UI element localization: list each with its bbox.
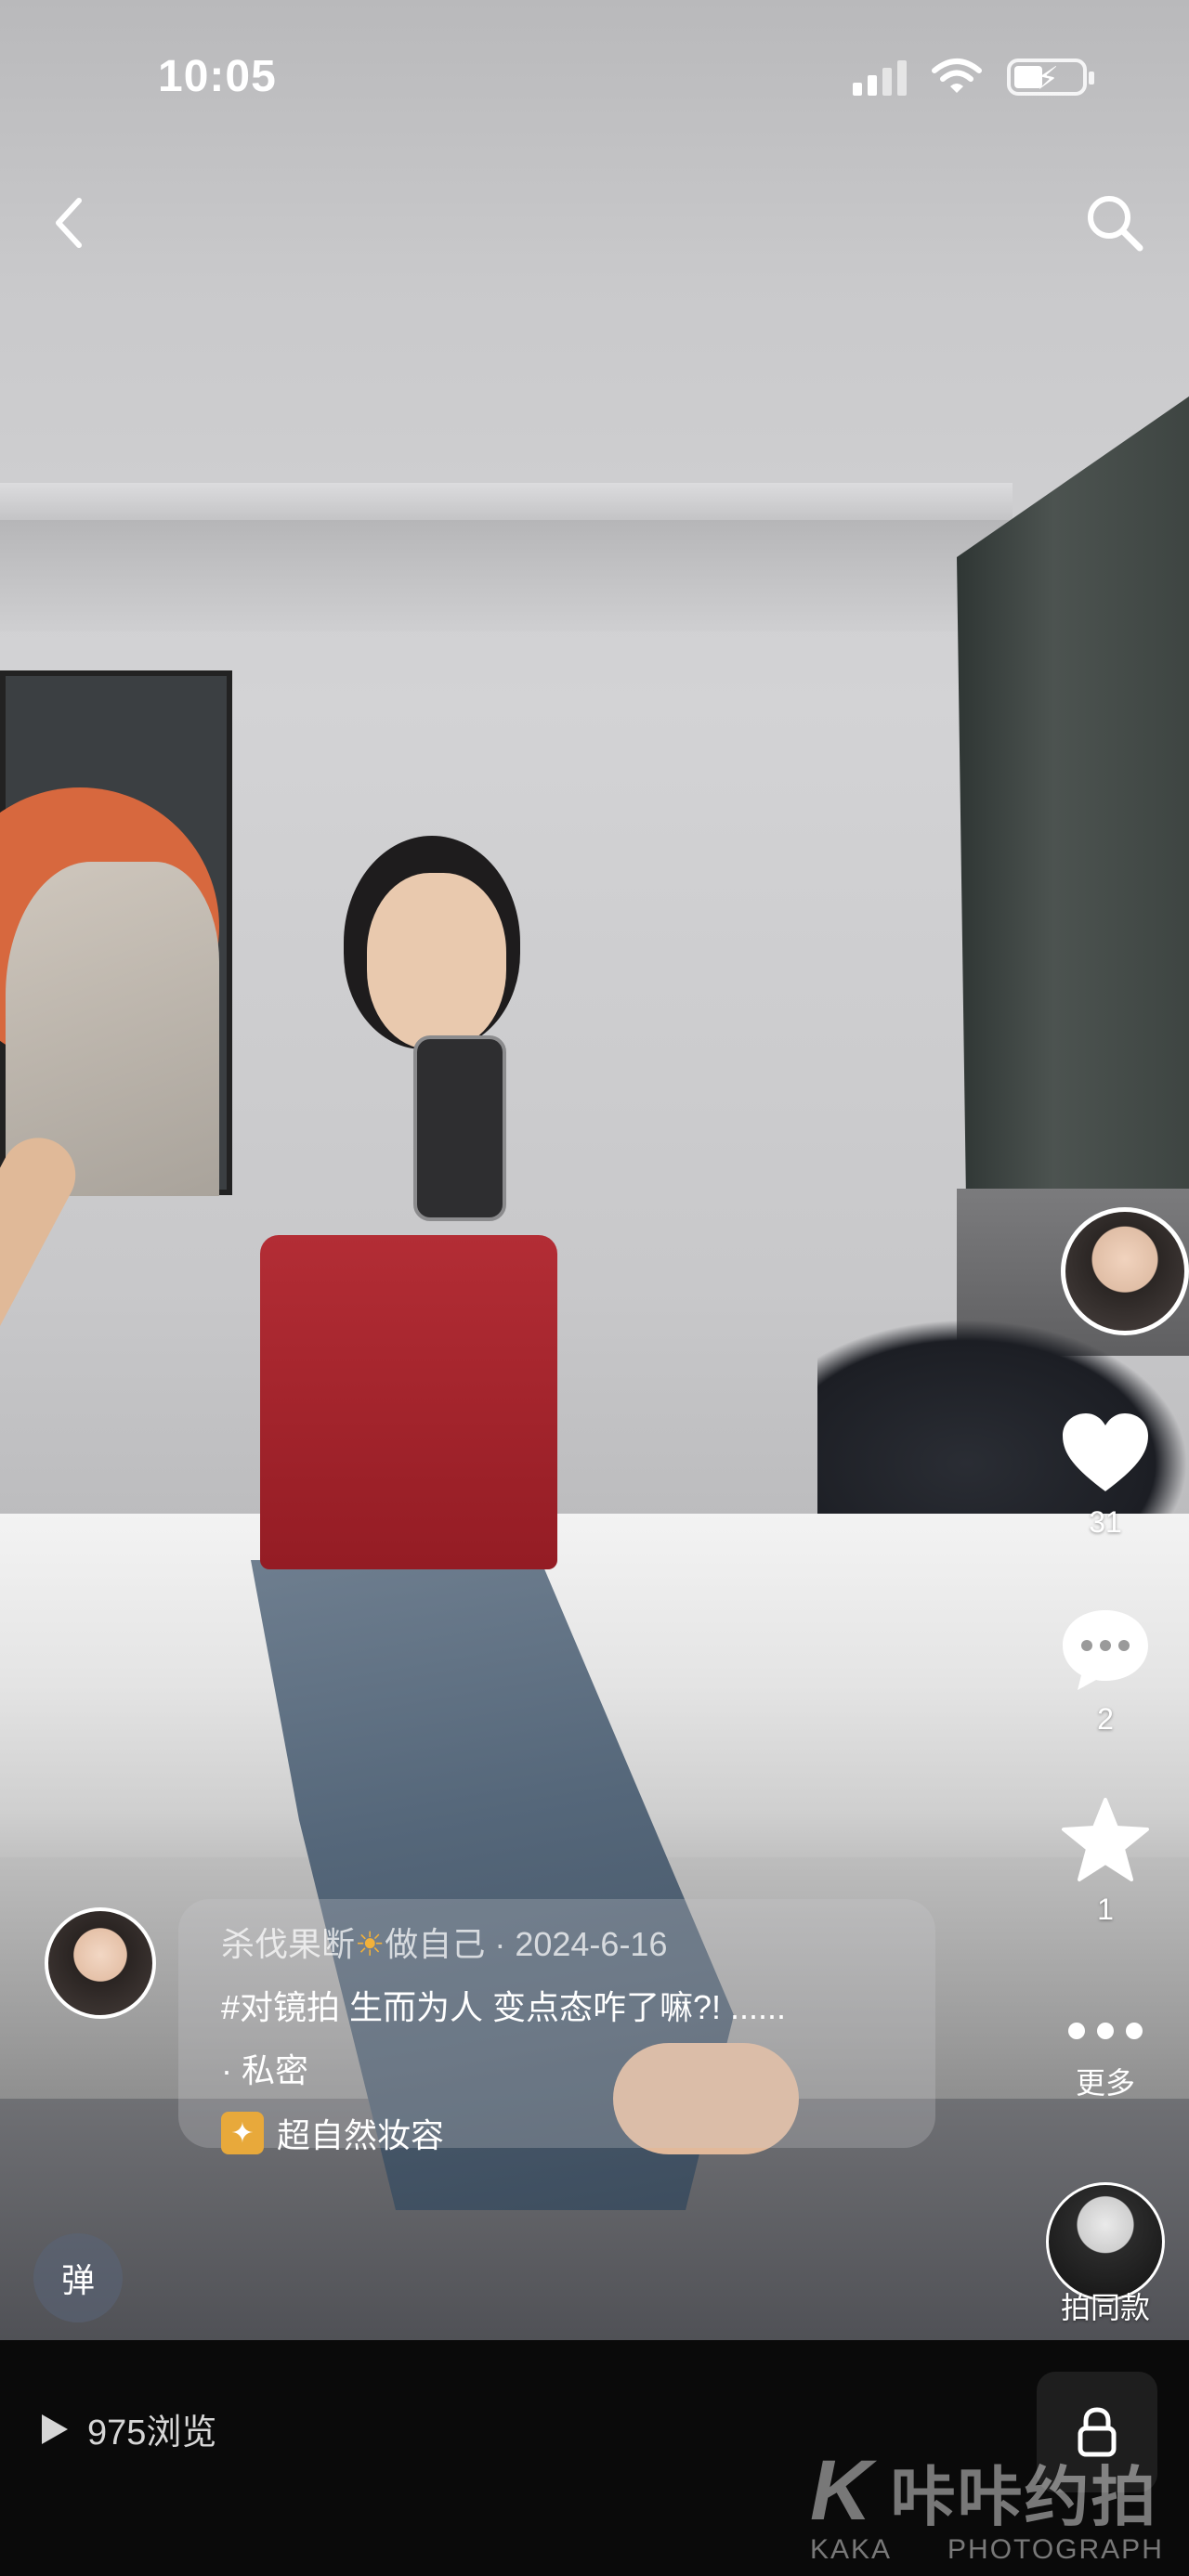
play-icon [42, 2413, 68, 2444]
view-count: 975浏览 [39, 2403, 216, 2454]
effect-tag-label: 超自然妆容 [277, 2116, 445, 2154]
effect-tag[interactable]: ✦ 超自然妆容 [221, 2109, 893, 2157]
watermark-sub: KAKA PHOTOGRAPH [810, 2534, 1182, 2566]
chevron-left-icon [56, 198, 82, 248]
danmu-toggle-button[interactable]: 弹 [33, 2233, 123, 2322]
favorite-count: 1 [1097, 1893, 1114, 1926]
ceiling-trim [0, 483, 1013, 520]
author-name[interactable]: 杀伐果断 [221, 1925, 355, 1963]
favorite-button[interactable]: 1 [1022, 1797, 1189, 1927]
person-top [260, 1235, 557, 1569]
danmu-label: 弹 [60, 2261, 95, 2299]
wall-painting [0, 670, 232, 1196]
shoot-same-label: 拍同款 [1060, 2291, 1150, 2324]
like-count: 31 [1089, 1505, 1122, 1539]
caption-text[interactable]: #对镜拍 生而为人 变点态咋了嘛?! ...... [221, 1981, 893, 2029]
watermark-mark: K [810, 2443, 874, 2538]
privacy-label: · 私密 [221, 2051, 308, 2089]
caption-card[interactable]: 杀伐果断☀做自己 · 2024-6-16 #对镜拍 生而为人 变点态咋了嘛?! … [178, 1899, 935, 2154]
sun-emoji-icon: ☀ [355, 1925, 385, 1963]
more-button[interactable]: 更多 [1022, 2020, 1189, 2102]
caption-meta: 杀伐果断☀做自己 · 2024-6-16 [221, 1918, 893, 1966]
post-date: 2024-6-16 [515, 1925, 668, 1963]
meta-separator: · [494, 1925, 506, 1963]
battery-icon: ⚡ [1007, 59, 1094, 97]
status-icons: ⚡ [853, 58, 1094, 97]
watermark-brand: 咔咔约拍 [890, 2461, 1158, 2533]
search-button[interactable] [1078, 186, 1152, 260]
shoot-same-button[interactable]: 拍同款 [1022, 2182, 1189, 2327]
comment-count: 2 [1097, 1702, 1114, 1736]
watermark-sub-right: PHOTOGRAPH [947, 2534, 1164, 2565]
brand-watermark: K 咔咔约拍 KAKA PHOTOGRAPH [810, 2442, 1182, 2566]
heart-icon [1063, 1413, 1148, 1491]
like-button[interactable]: 31 [1022, 1412, 1189, 1540]
person-phone [413, 1035, 506, 1221]
watermark-sub-left: KAKA [810, 2534, 893, 2565]
comment-icon [1063, 1610, 1148, 1690]
watermark-main: K 咔咔约拍 [810, 2442, 1182, 2540]
wifi-icon [932, 59, 982, 93]
search-icon [1088, 196, 1143, 252]
ellipsis-icon [1068, 2023, 1143, 2039]
shoot-same-thumbnail [1046, 2182, 1165, 2301]
more-label: 更多 [1075, 2066, 1135, 2100]
caption-author-avatar[interactable] [45, 1907, 156, 2019]
back-button[interactable] [37, 186, 102, 260]
cellular-signal-icon [853, 59, 907, 96]
status-bar: 10:05 ⚡ [0, 0, 1189, 158]
view-count-label: 975浏览 [87, 2413, 217, 2452]
person-face [367, 873, 506, 1049]
comment-button[interactable]: 2 [1022, 1607, 1189, 1737]
author-avatar[interactable] [1061, 1207, 1189, 1335]
status-time: 10:05 [158, 52, 277, 101]
star-icon [1062, 1798, 1149, 1881]
author-suffix: 做自己 [385, 1925, 486, 1963]
ceiling-shadow [0, 520, 1013, 631]
sparkle-icon: ✦ [221, 2112, 264, 2154]
